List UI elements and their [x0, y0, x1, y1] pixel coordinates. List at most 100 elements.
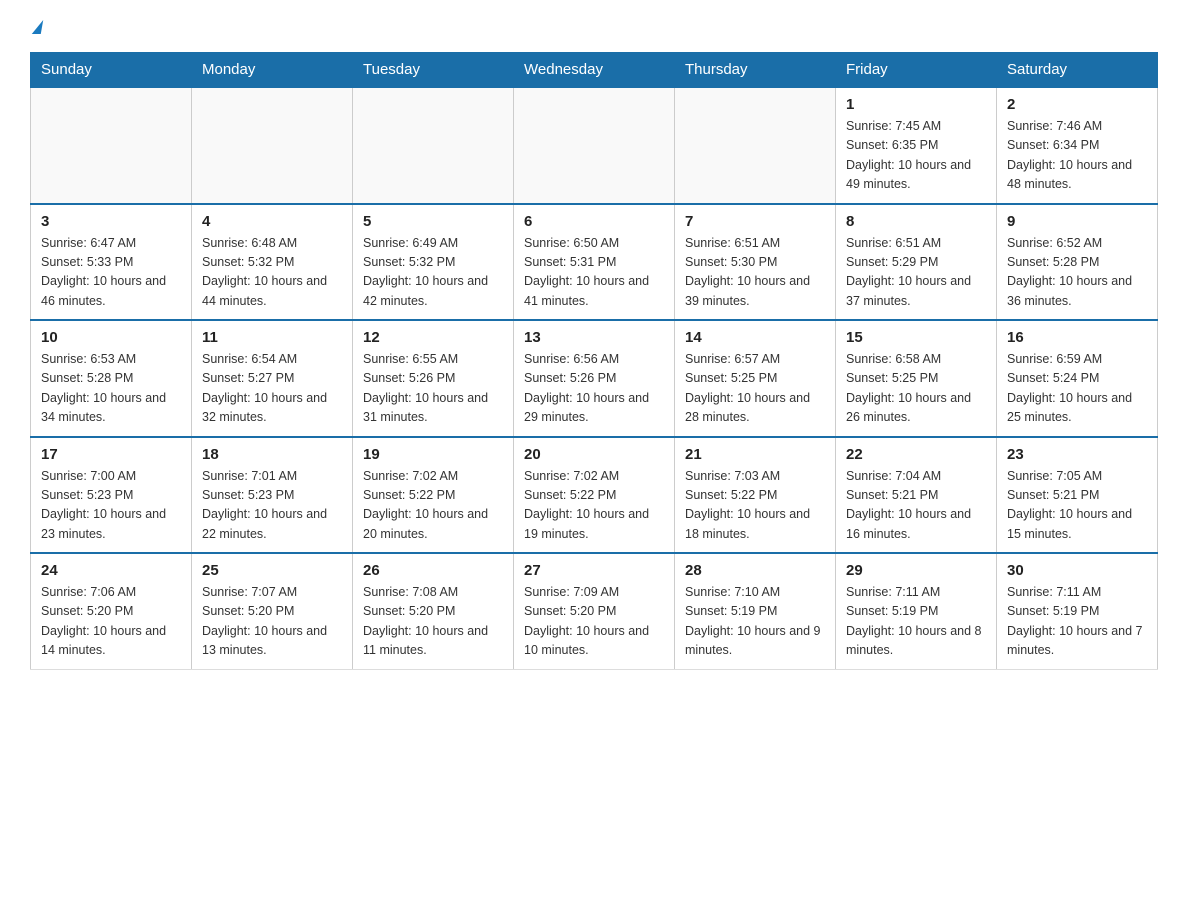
calendar-cell-w2-d3: 13Sunrise: 6:56 AMSunset: 5:26 PMDayligh…	[514, 320, 675, 437]
sun-info: Sunrise: 6:59 AMSunset: 5:24 PMDaylight:…	[1007, 350, 1147, 428]
calendar-cell-w4-d5: 29 Sunrise: 7:11 AMSunset: 5:19 PMDayligh…	[836, 553, 997, 669]
day-number: 12	[363, 329, 503, 346]
day-number: 17	[41, 446, 181, 463]
day-number: 9	[1007, 213, 1147, 230]
calendar-cell-w1-d6: 9 Sunrise: 6:52 AMSunset: 5:28 PMDaylight…	[997, 204, 1158, 321]
calendar-cell-w4-d0: 24 Sunrise: 7:06 AMSunset: 5:20 PMDayligh…	[31, 553, 192, 669]
day-number: 29	[846, 562, 986, 579]
sun-info: Sunrise: 7:05 AMSunset: 5:21 PMDaylight:…	[1007, 467, 1147, 545]
sun-info: Sunrise: 7:02 AMSunset: 5:22 PMDaylight:…	[524, 467, 664, 545]
sun-info: Sunrise: 7:08 AMSunset: 5:20 PMDaylight:…	[363, 583, 503, 661]
calendar-cell-w4-d2: 26 Sunrise: 7:08 AMSunset: 5:20 PMDayligh…	[353, 553, 514, 669]
calendar-week-4: 24 Sunrise: 7:06 AMSunset: 5:20 PMDayligh…	[31, 553, 1158, 669]
calendar-cell-w3-d3: 20Sunrise: 7:02 AMSunset: 5:22 PMDayligh…	[514, 437, 675, 554]
calendar-cell-w0-d1	[192, 87, 353, 204]
weekday-header-saturday: Saturday	[997, 53, 1158, 88]
calendar-cell-w3-d0: 17 Sunrise: 7:00 AMSunset: 5:23 PMDayligh…	[31, 437, 192, 554]
sun-info: Sunrise: 6:57 AMSunset: 5:25 PMDaylight:…	[685, 350, 825, 428]
calendar-cell-w3-d2: 19 Sunrise: 7:02 AMSunset: 5:22 PMDayligh…	[353, 437, 514, 554]
sun-info: Sunrise: 6:51 AMSunset: 5:29 PMDaylight:…	[846, 234, 986, 312]
calendar-week-0: 1Sunrise: 7:45 AMSunset: 6:35 PMDaylight…	[31, 87, 1158, 204]
calendar-cell-w2-d1: 11 Sunrise: 6:54 AMSunset: 5:27 PMDayligh…	[192, 320, 353, 437]
day-number: 27	[524, 562, 664, 579]
sun-info: Sunrise: 7:10 AMSunset: 5:19 PMDaylight:…	[685, 583, 825, 661]
calendar-cell-w1-d1: 4 Sunrise: 6:48 AMSunset: 5:32 PMDaylight…	[192, 204, 353, 321]
logo-icon	[32, 20, 43, 34]
day-number: 25	[202, 562, 342, 579]
logo	[30, 20, 42, 34]
weekday-header-friday: Friday	[836, 53, 997, 88]
calendar-cell-w3-d1: 18 Sunrise: 7:01 AMSunset: 5:23 PMDayligh…	[192, 437, 353, 554]
sun-info: Sunrise: 6:48 AMSunset: 5:32 PMDaylight:…	[202, 234, 342, 312]
calendar-cell-w4-d6: 30 Sunrise: 7:11 AMSunset: 5:19 PMDayligh…	[997, 553, 1158, 669]
weekday-header-monday: Monday	[192, 53, 353, 88]
weekday-header-sunday: Sunday	[31, 53, 192, 88]
sun-info: Sunrise: 6:55 AMSunset: 5:26 PMDaylight:…	[363, 350, 503, 428]
day-number: 22	[846, 446, 986, 463]
sun-info: Sunrise: 7:07 AMSunset: 5:20 PMDaylight:…	[202, 583, 342, 661]
calendar-cell-w1-d0: 3 Sunrise: 6:47 AMSunset: 5:33 PMDaylight…	[31, 204, 192, 321]
day-number: 26	[363, 562, 503, 579]
sun-info: Sunrise: 7:02 AMSunset: 5:22 PMDaylight:…	[363, 467, 503, 545]
calendar-cell-w1-d5: 8 Sunrise: 6:51 AMSunset: 5:29 PMDaylight…	[836, 204, 997, 321]
sun-info: Sunrise: 7:04 AMSunset: 5:21 PMDaylight:…	[846, 467, 986, 545]
sun-info: Sunrise: 7:45 AMSunset: 6:35 PMDaylight:…	[846, 117, 986, 195]
day-number: 23	[1007, 446, 1147, 463]
calendar-cell-w0-d0	[31, 87, 192, 204]
calendar-cell-w3-d5: 22 Sunrise: 7:04 AMSunset: 5:21 PMDayligh…	[836, 437, 997, 554]
calendar-cell-w2-d0: 10 Sunrise: 6:53 AMSunset: 5:28 PMDayligh…	[31, 320, 192, 437]
sun-info: Sunrise: 7:11 AMSunset: 5:19 PMDaylight:…	[846, 583, 986, 661]
sun-info: Sunrise: 6:52 AMSunset: 5:28 PMDaylight:…	[1007, 234, 1147, 312]
calendar-cell-w2-d5: 15 Sunrise: 6:58 AMSunset: 5:25 PMDayligh…	[836, 320, 997, 437]
calendar-cell-w4-d3: 27 Sunrise: 7:09 AMSunset: 5:20 PMDayligh…	[514, 553, 675, 669]
day-number: 6	[524, 213, 664, 230]
calendar-cell-w3-d4: 21 Sunrise: 7:03 AMSunset: 5:22 PMDayligh…	[675, 437, 836, 554]
calendar-cell-w2-d2: 12 Sunrise: 6:55 AMSunset: 5:26 PMDayligh…	[353, 320, 514, 437]
sun-info: Sunrise: 7:09 AMSunset: 5:20 PMDaylight:…	[524, 583, 664, 661]
calendar-cell-w0-d4	[675, 87, 836, 204]
day-number: 24	[41, 562, 181, 579]
sun-info: Sunrise: 6:58 AMSunset: 5:25 PMDaylight:…	[846, 350, 986, 428]
day-number: 2	[1007, 96, 1147, 113]
day-number: 21	[685, 446, 825, 463]
weekday-header-tuesday: Tuesday	[353, 53, 514, 88]
calendar-cell-w1-d3: 6Sunrise: 6:50 AMSunset: 5:31 PMDaylight…	[514, 204, 675, 321]
day-number: 10	[41, 329, 181, 346]
day-number: 4	[202, 213, 342, 230]
day-number: 5	[363, 213, 503, 230]
sun-info: Sunrise: 6:47 AMSunset: 5:33 PMDaylight:…	[41, 234, 181, 312]
calendar-cell-w0-d6: 2 Sunrise: 7:46 AMSunset: 6:34 PMDaylight…	[997, 87, 1158, 204]
calendar-cell-w0-d5: 1Sunrise: 7:45 AMSunset: 6:35 PMDaylight…	[836, 87, 997, 204]
day-number: 30	[1007, 562, 1147, 579]
day-number: 11	[202, 329, 342, 346]
sun-info: Sunrise: 7:03 AMSunset: 5:22 PMDaylight:…	[685, 467, 825, 545]
calendar-cell-w4-d1: 25 Sunrise: 7:07 AMSunset: 5:20 PMDayligh…	[192, 553, 353, 669]
weekday-header-thursday: Thursday	[675, 53, 836, 88]
calendar-week-1: 3 Sunrise: 6:47 AMSunset: 5:33 PMDaylight…	[31, 204, 1158, 321]
calendar-cell-w1-d4: 7 Sunrise: 6:51 AMSunset: 5:30 PMDaylight…	[675, 204, 836, 321]
calendar-week-3: 17 Sunrise: 7:00 AMSunset: 5:23 PMDayligh…	[31, 437, 1158, 554]
sun-info: Sunrise: 7:01 AMSunset: 5:23 PMDaylight:…	[202, 467, 342, 545]
sun-info: Sunrise: 6:54 AMSunset: 5:27 PMDaylight:…	[202, 350, 342, 428]
sun-info: Sunrise: 6:56 AMSunset: 5:26 PMDaylight:…	[524, 350, 664, 428]
sun-info: Sunrise: 7:06 AMSunset: 5:20 PMDaylight:…	[41, 583, 181, 661]
day-number: 28	[685, 562, 825, 579]
day-number: 3	[41, 213, 181, 230]
day-number: 7	[685, 213, 825, 230]
calendar-cell-w4-d4: 28 Sunrise: 7:10 AMSunset: 5:19 PMDayligh…	[675, 553, 836, 669]
day-number: 15	[846, 329, 986, 346]
sun-info: Sunrise: 6:53 AMSunset: 5:28 PMDaylight:…	[41, 350, 181, 428]
weekday-header-row: SundayMondayTuesdayWednesdayThursdayFrid…	[31, 53, 1158, 88]
sun-info: Sunrise: 6:51 AMSunset: 5:30 PMDaylight:…	[685, 234, 825, 312]
day-number: 8	[846, 213, 986, 230]
sun-info: Sunrise: 7:11 AMSunset: 5:19 PMDaylight:…	[1007, 583, 1147, 661]
sun-info: Sunrise: 7:46 AMSunset: 6:34 PMDaylight:…	[1007, 117, 1147, 195]
calendar-cell-w0-d3	[514, 87, 675, 204]
day-number: 19	[363, 446, 503, 463]
day-number: 18	[202, 446, 342, 463]
calendar-table: SundayMondayTuesdayWednesdayThursdayFrid…	[30, 52, 1158, 670]
day-number: 16	[1007, 329, 1147, 346]
calendar-cell-w1-d2: 5Sunrise: 6:49 AMSunset: 5:32 PMDaylight…	[353, 204, 514, 321]
sun-info: Sunrise: 7:00 AMSunset: 5:23 PMDaylight:…	[41, 467, 181, 545]
calendar-cell-w3-d6: 23 Sunrise: 7:05 AMSunset: 5:21 PMDayligh…	[997, 437, 1158, 554]
